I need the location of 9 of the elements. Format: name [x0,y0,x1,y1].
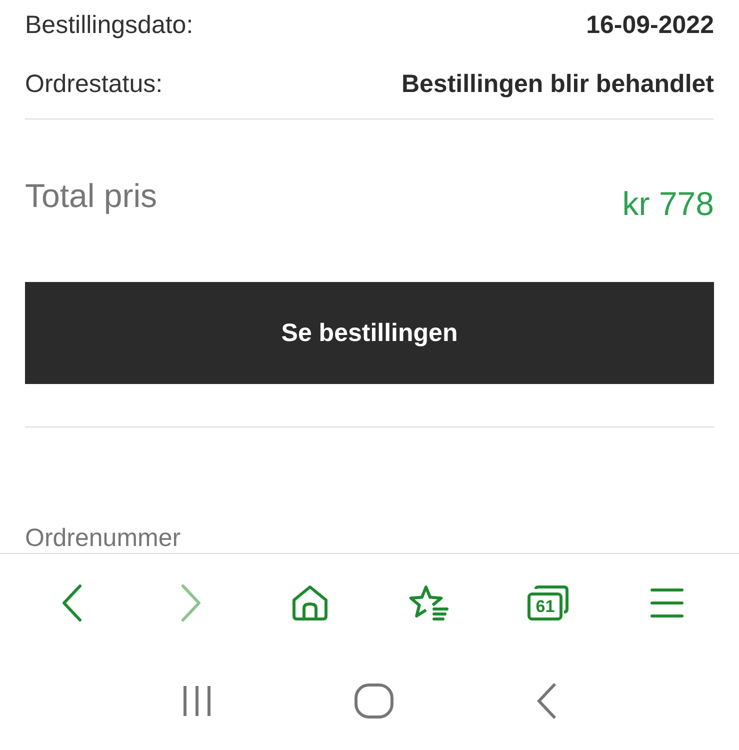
detail-label: Ordrestatus: [25,70,163,98]
total-price: kr 778 [622,185,714,223]
detail-value: Bestillingen blir behandlet [401,70,714,98]
detail-value: 16-09-2022 [586,10,714,40]
view-order-button[interactable]: Se bestillingen [25,282,714,384]
section-heading: Ordrenummer [25,524,181,553]
tabs-button[interactable]: 61 [518,572,578,632]
detail-label: Bestillingsdato: [25,10,194,40]
total-label: Total pris [25,177,158,215]
